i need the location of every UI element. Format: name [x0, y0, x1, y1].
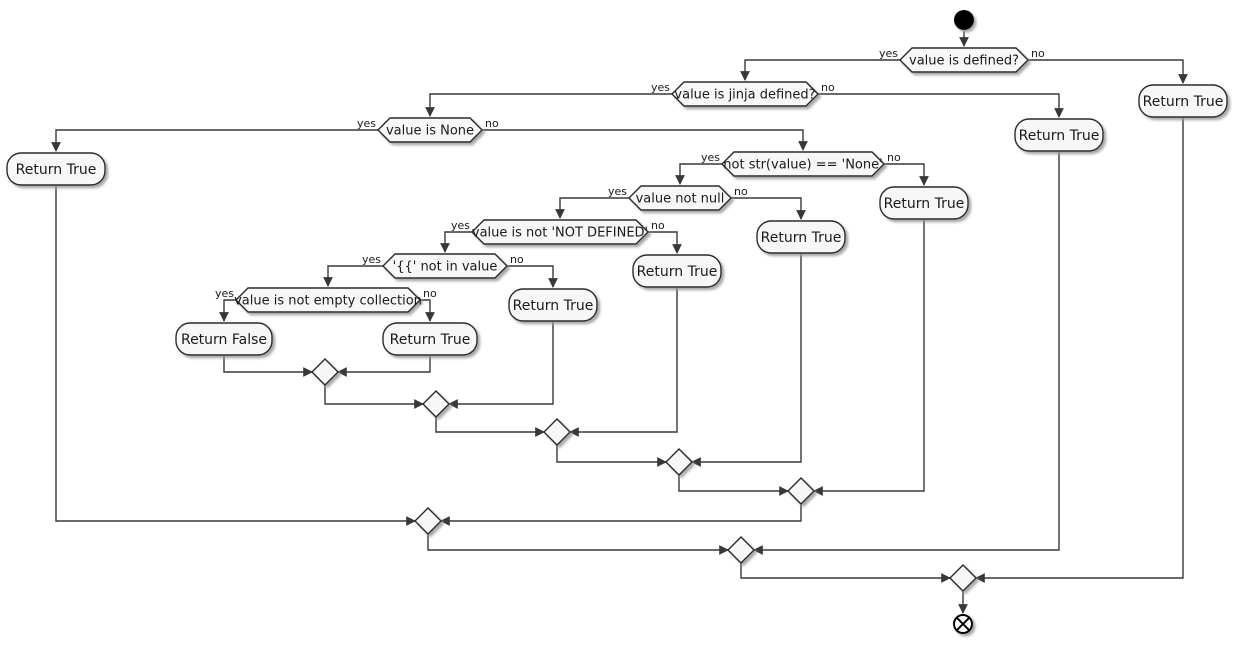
guard-no: no	[510, 253, 524, 266]
activity-label: Return True	[513, 298, 594, 314]
edge-d5-yes	[555, 197, 629, 219]
edge-d6-yes	[440, 231, 472, 253]
merge-node-3	[543, 418, 571, 446]
edge-d3-yes	[51, 129, 378, 152]
activity-return-true-d3-yes[interactable]: Return True	[6, 152, 106, 186]
decision-value-is-not-empty-collection[interactable]: value is not empty collection yes no	[215, 287, 437, 313]
start-node	[954, 10, 974, 30]
activity-return-true-d5-no[interactable]: Return True	[756, 220, 846, 254]
merge-node-6	[414, 507, 442, 535]
guard-yes: yes	[701, 151, 720, 164]
activity-return-true-d4-no[interactable]: Return True	[879, 186, 969, 220]
activity-return-true-d6-no[interactable]: Return True	[632, 254, 722, 288]
guard-yes: yes	[215, 287, 234, 300]
decision-label: value is not empty collection	[234, 294, 422, 309]
merge-layer	[311, 358, 977, 592]
guard-no: no	[887, 151, 901, 164]
decision-value-not-null[interactable]: value not null yes no	[608, 185, 748, 211]
decision-not-str-value-is-none[interactable]: not str(value) == 'None' yes no	[701, 151, 901, 177]
decision-value-is-not-not-defined[interactable]: value is not 'NOT DEFINED' yes no	[451, 219, 665, 245]
decision-label: value is not 'NOT DEFINED'	[472, 226, 648, 241]
edge-layer	[51, 31, 1188, 614]
activity-return-true-d2-no[interactable]: Return True	[1014, 118, 1104, 152]
edge-d7-yes	[323, 265, 383, 287]
decision-label: value is defined?	[909, 54, 1019, 69]
activity-return-false-d8-yes[interactable]: Return False	[175, 322, 273, 356]
merge-node-1	[311, 358, 339, 386]
edge-returntrue-d1no-to-m8	[975, 117, 1184, 583]
edge-m1-to-m2	[324, 385, 424, 409]
merge-node-5	[787, 477, 815, 505]
edge-d2-yes	[425, 93, 672, 117]
edge-m2-to-m3	[435, 417, 545, 437]
merge-node-2	[422, 390, 450, 418]
edge-d7-no	[507, 265, 558, 288]
guard-no: no	[734, 185, 748, 198]
edge-m6-to-m7	[427, 534, 729, 555]
edge-returntrue-d4no-to-m5	[813, 219, 925, 496]
edge-d6-no	[648, 231, 682, 254]
guard-no: no	[485, 117, 499, 130]
merge-node-7	[727, 536, 755, 564]
decision-layer: value is defined? yes no value is jinja …	[215, 47, 1045, 313]
guard-no: no	[821, 81, 835, 94]
activity-label: Return True	[1143, 94, 1224, 110]
edge-d4-yes	[675, 163, 722, 185]
decision-value-is-defined[interactable]: value is defined? yes no	[879, 47, 1045, 73]
edge-returntrue-d8no-to-m1	[337, 355, 431, 377]
guard-yes: yes	[879, 47, 898, 60]
activity-diagram-svg: value is defined? yes no value is jinja …	[6, 10, 1228, 634]
merge-node-8	[949, 564, 977, 592]
edge-m7-to-m8	[740, 563, 951, 583]
edge-m4-to-m5	[678, 475, 789, 496]
activity-label: Return True	[761, 230, 842, 246]
activity-label: Return True	[884, 196, 965, 212]
edge-returnfalse-to-m1	[223, 355, 313, 377]
merge-node-4	[665, 448, 693, 476]
activity-diagram-canvas: value is defined? yes no value is jinja …	[0, 0, 1241, 646]
decision-jinja-brace-not-in-value[interactable]: '{{' not in value yes no	[362, 253, 524, 279]
guard-yes: yes	[651, 81, 670, 94]
guard-no: no	[1031, 47, 1045, 60]
edge-d5-no	[731, 197, 806, 220]
decision-label: value not null	[636, 192, 725, 207]
guard-yes: yes	[608, 185, 627, 198]
activity-return-true-d7-no[interactable]: Return True	[508, 288, 598, 322]
activity-return-true-d1-no[interactable]: Return True	[1138, 84, 1228, 118]
guard-yes: yes	[451, 219, 470, 232]
end-node	[953, 614, 973, 634]
activity-label: Return False	[181, 332, 267, 348]
guard-no: no	[423, 287, 437, 300]
decision-label: value is None	[386, 124, 474, 139]
edge-d1-yes	[740, 59, 900, 81]
guard-yes: yes	[362, 253, 381, 266]
activity-return-true-d8-no[interactable]: Return True	[382, 322, 478, 356]
edge-d2-no	[818, 93, 1064, 118]
edge-d1-no	[1028, 59, 1188, 84]
guard-no: no	[651, 219, 665, 232]
activity-label: Return True	[1019, 128, 1100, 144]
decision-label: value is jinja defined?	[674, 88, 815, 103]
guard-yes: yes	[357, 117, 376, 130]
edge-d4-no	[884, 163, 929, 186]
decision-label: '{{' not in value	[393, 260, 498, 275]
decision-value-is-none[interactable]: value is None yes no	[357, 117, 499, 143]
edge-m3-to-m4	[556, 445, 667, 467]
activity-label: Return True	[16, 162, 97, 178]
edge-d3-no	[482, 129, 808, 151]
decision-label: not str(value) == 'None'	[723, 158, 882, 173]
edge-m5-to-m6	[440, 504, 802, 526]
decision-value-is-jinja-defined[interactable]: value is jinja defined? yes no	[651, 81, 835, 107]
activity-label: Return True	[637, 264, 718, 280]
activity-label: Return True	[390, 332, 471, 348]
